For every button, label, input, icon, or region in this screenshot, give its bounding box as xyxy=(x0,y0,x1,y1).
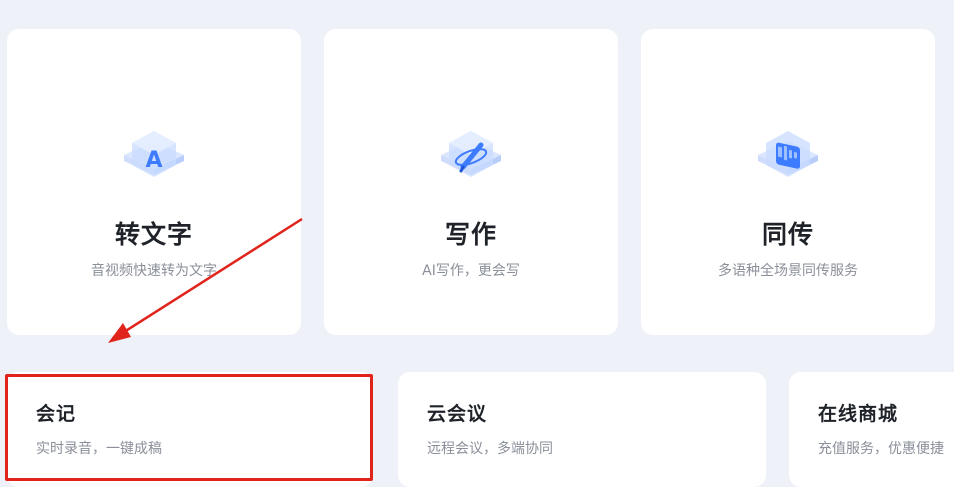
translate-icon xyxy=(752,125,824,197)
feature-card-title: 转文字 xyxy=(114,220,193,249)
service-card-cloud-meeting[interactable]: 云会议 远程会议，多端协同 xyxy=(398,372,766,487)
feature-card-title: 写作 xyxy=(444,220,497,249)
service-card-desc: 远程会议，多端协同 xyxy=(427,441,553,457)
feature-card-desc: 音视频快速转为文字 xyxy=(91,263,217,279)
service-card-store[interactable]: 在线商城 充值服务，优惠便捷 xyxy=(789,372,954,487)
pen-write-icon xyxy=(435,125,507,197)
feature-card-desc: AI写作，更会写 xyxy=(422,263,520,279)
service-card-title: 云会议 xyxy=(427,403,488,425)
svg-text:A: A xyxy=(145,148,162,173)
feature-card-writing[interactable]: 写作 AI写作，更会写 xyxy=(324,29,618,335)
service-card-desc: 充值服务，优惠便捷 xyxy=(818,441,944,457)
feature-card-title: 同传 xyxy=(761,220,814,249)
service-card-title: 在线商城 xyxy=(818,403,899,425)
feature-card-transcribe[interactable]: A 转文字 音视频快速转为文字 xyxy=(7,29,301,335)
service-card-desc: 实时录音，一键成稿 xyxy=(36,441,162,457)
feature-card-desc: 多语种全场景同传服务 xyxy=(718,263,858,279)
feature-card-interpretation[interactable]: 同传 多语种全场景同传服务 xyxy=(641,29,935,335)
text-a-icon: A xyxy=(118,125,190,197)
service-card-title: 会记 xyxy=(36,403,77,425)
service-card-notes[interactable]: 会记 实时录音，一键成稿 xyxy=(7,372,373,487)
